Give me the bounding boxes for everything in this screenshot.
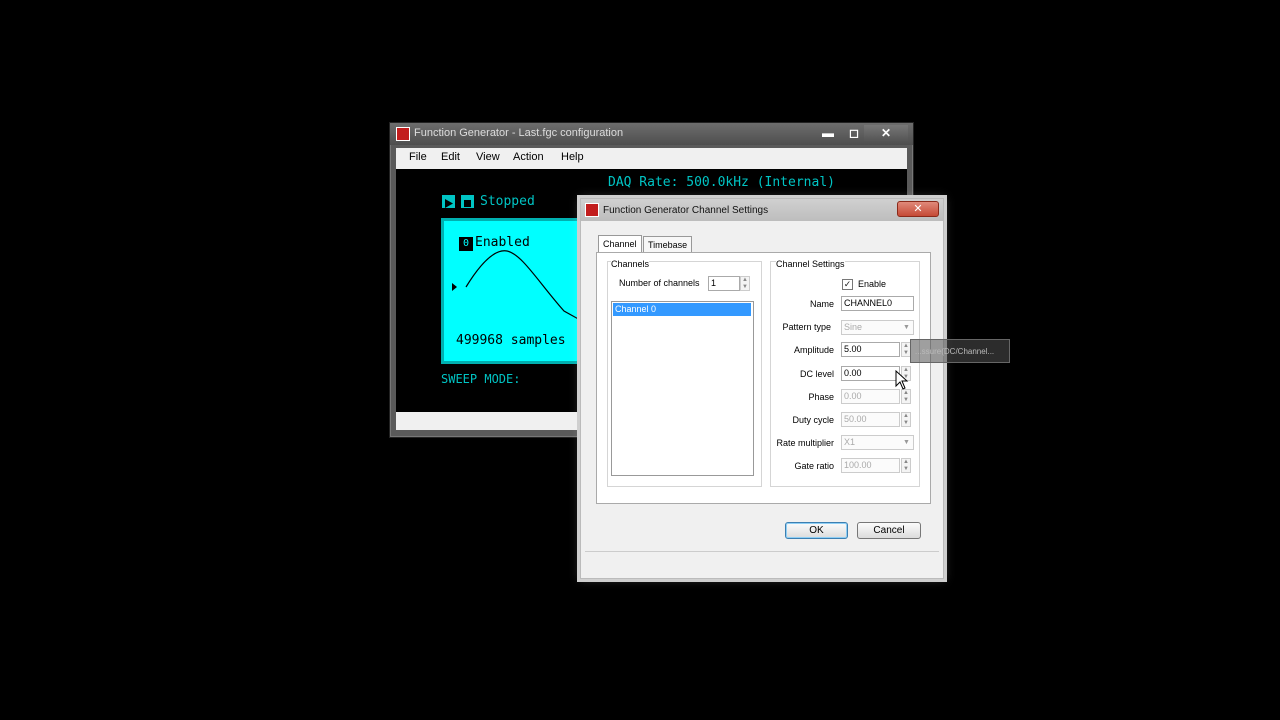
rate-multiplier-label: Rate multiplier [776,438,834,448]
pattern-type-select[interactable]: Sine ▼ [841,320,914,335]
tooltip: ...ssure(DC/Channel... [910,339,1010,363]
menu-edit[interactable]: Edit [441,151,460,163]
menu-help[interactable]: Help [561,151,584,163]
amplitude-label: Amplitude [793,345,834,355]
name-input[interactable]: CHANNEL0 [841,296,914,311]
app-icon [396,127,410,141]
channels-group-title: Channels [611,259,650,269]
menu-view[interactable]: View [476,151,500,163]
num-channels-input[interactable]: 1 [708,276,740,291]
channel-panel[interactable]: 0 Enabled 499968 samples [441,218,585,364]
play-icon[interactable] [442,195,455,208]
sample-count: 499968 samples [456,333,566,348]
duty-cycle-input[interactable]: 50.00 [841,412,900,427]
list-item[interactable]: Channel 0 [613,303,751,316]
duty-cycle-spinner[interactable]: ▲ ▼ [901,412,911,427]
chevron-down-icon: ▼ [903,439,910,446]
tab-timebase[interactable]: Timebase [643,236,693,253]
run-state-label: Stopped [480,194,535,209]
dialog-title-bar[interactable]: Function Generator Channel Settings ✕ [581,199,943,221]
menu-bar: File Edit View Action Help [396,148,907,169]
sweep-mode-label: SWEEP MODE: [441,372,521,386]
close-button[interactable]: ✕ [864,125,908,141]
dialog-status-area [585,551,939,572]
num-channels-spinner[interactable]: ▲ ▼ [740,276,750,291]
phase-input[interactable]: 0.00 [841,389,900,404]
mouse-cursor-icon [895,370,909,390]
phase-label: Phase [808,392,834,402]
ok-button[interactable]: OK [785,522,848,539]
rate-multiplier-value: X1 [844,437,856,447]
dc-level-input[interactable]: 0.00 [841,366,900,381]
app-icon [585,203,599,217]
num-channels-label: Number of channels [619,278,700,288]
name-label: Name [809,299,834,309]
rate-multiplier-select[interactable]: X1 ▼ [841,435,914,450]
cancel-button[interactable]: Cancel [857,522,921,539]
enable-label: Enable [858,279,887,289]
gate-ratio-spinner[interactable]: ▲ ▼ [901,458,911,473]
pattern-type-value: Sine [844,322,863,332]
tab-channel[interactable]: Channel [598,235,642,253]
channel-settings-dialog: Function Generator Channel Settings ✕ Ch… [580,198,944,579]
channel-settings-group-title: Channel Settings [776,259,845,269]
amplitude-input[interactable]: 5.00 [841,342,900,357]
dialog-title: Function Generator Channel Settings [603,205,769,216]
menu-file[interactable]: File [409,151,427,163]
dc-level-label: DC level [799,369,834,379]
pattern-type-label: Pattern type [782,322,831,332]
menu-action[interactable]: Action [513,151,544,163]
gate-ratio-input[interactable]: 100.00 [841,458,900,473]
chevron-down-icon: ▼ [903,324,910,331]
duty-cycle-label: Duty cycle [792,415,834,425]
channel-list[interactable]: Channel 0 [611,301,754,476]
main-window-title: Function Generator - Last.fgc configurat… [414,127,624,139]
main-title-bar[interactable]: Function Generator - Last.fgc configurat… [390,123,913,145]
daq-rate-readout: DAQ Rate: 500.0kHz (Internal) [608,175,835,190]
gate-ratio-label: Gate ratio [794,461,834,471]
stop-icon[interactable] [461,195,474,208]
dialog-close-button[interactable]: ✕ [897,201,939,217]
phase-spinner[interactable]: ▲ ▼ [901,389,911,404]
enable-checkbox[interactable]: ✓ [842,279,853,290]
minimize-button[interactable]: ▬ [815,125,841,141]
